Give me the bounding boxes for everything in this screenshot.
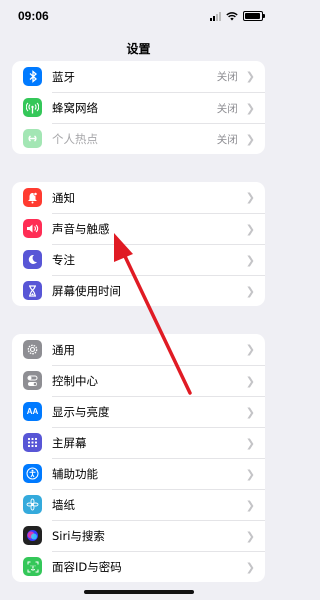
home-indicator[interactable] bbox=[84, 590, 194, 594]
annotation-arrow bbox=[114, 233, 192, 395]
